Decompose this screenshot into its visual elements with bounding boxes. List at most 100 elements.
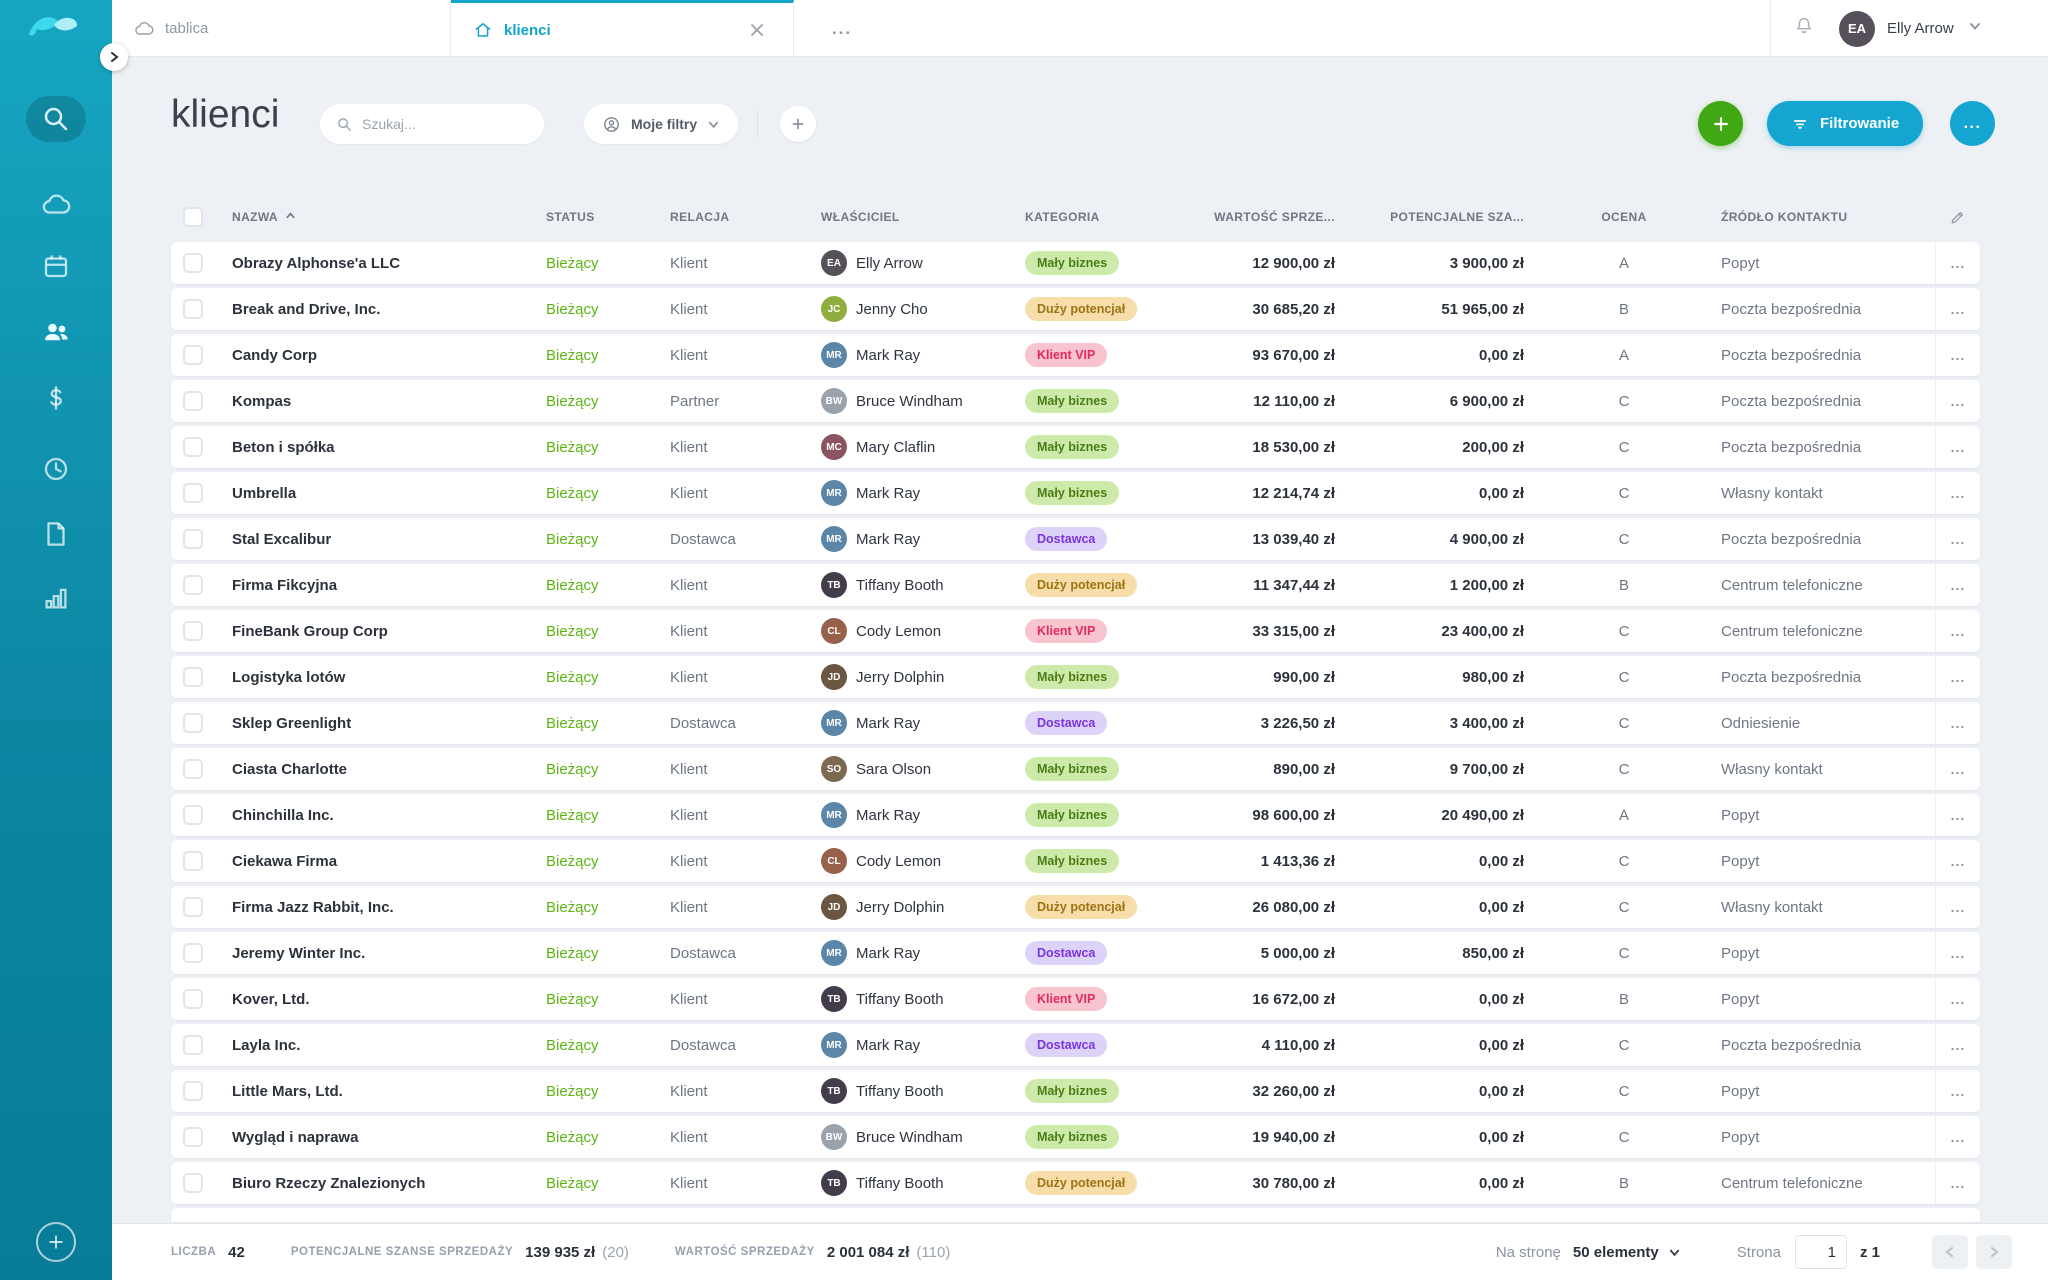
table-row[interactable]: Little Mars, Ltd. Bieżący Klient TB Tiff… (171, 1070, 1980, 1112)
row-checkbox[interactable] (183, 1173, 203, 1193)
table-row-partial[interactable] (171, 1208, 1980, 1222)
row-checkbox[interactable] (183, 621, 203, 641)
table-row[interactable]: Chinchilla Inc. Bieżący Klient MR Mark R… (171, 794, 1980, 836)
sidebar-item-pipeline[interactable] (0, 185, 112, 225)
row-menu-button[interactable]: ... (1935, 840, 1980, 882)
prev-page-button[interactable] (1932, 1235, 1968, 1269)
row-menu-button[interactable]: ... (1935, 564, 1980, 606)
table-row[interactable]: Biuro Rzeczy Znalezionych Bieżący Klient… (171, 1162, 1980, 1204)
column-header-relacja[interactable]: RELACJA (670, 210, 821, 224)
table-row[interactable]: Firma Jazz Rabbit, Inc. Bieżący Klient J… (171, 886, 1980, 928)
row-menu-button[interactable]: ... (1935, 334, 1980, 376)
table-row[interactable]: Firma Fikcyjna Bieżący Klient TB Tiffany… (171, 564, 1980, 606)
sidebar-search-button[interactable] (26, 96, 86, 142)
row-menu-button[interactable]: ... (1935, 886, 1980, 928)
my-filters-dropdown[interactable]: Moje filtry (584, 104, 738, 144)
column-header-potencjalne[interactable]: POTENCJALNE SZA... (1345, 210, 1534, 224)
row-menu-button[interactable]: ... (1935, 518, 1980, 560)
row-checkbox[interactable] (183, 253, 203, 273)
chevron-down-icon[interactable] (1968, 19, 1982, 38)
sidebar-item-reports[interactable] (0, 578, 112, 618)
row-menu-button[interactable]: ... (1935, 426, 1980, 468)
table-row[interactable]: Wygląd i naprawa Bieżący Klient BW Bruce… (171, 1116, 1980, 1158)
row-checkbox[interactable] (183, 575, 203, 595)
sidebar-item-contacts[interactable] (0, 312, 112, 352)
page-number-input[interactable] (1795, 1235, 1847, 1269)
table-row[interactable]: Obrazy Alphonse'a LLC Bieżący Klient EA … (171, 242, 1980, 284)
table-row[interactable]: Candy Corp Bieżący Klient MR Mark Ray Kl… (171, 334, 1980, 376)
row-checkbox[interactable] (183, 943, 203, 963)
column-header-nazwa[interactable]: NAZWA (215, 210, 546, 224)
row-checkbox[interactable] (183, 851, 203, 871)
column-header-ocena[interactable]: OCENA (1534, 210, 1714, 224)
filter-button[interactable]: Filtrowanie (1767, 101, 1923, 146)
row-checkbox[interactable] (183, 713, 203, 733)
row-menu-button[interactable]: ... (1935, 242, 1980, 284)
table-row[interactable]: Jeremy Winter Inc. Bieżący Dostawca MR M… (171, 932, 1980, 974)
row-checkbox[interactable] (183, 1035, 203, 1055)
column-header-kategoria[interactable]: KATEGORIA (1025, 210, 1181, 224)
row-checkbox[interactable] (183, 989, 203, 1009)
row-checkbox[interactable] (183, 667, 203, 687)
row-menu-button[interactable]: ... (1935, 610, 1980, 652)
column-header-zrodlo[interactable]: ŹRÓDŁO KONTAKTU (1714, 210, 1935, 224)
row-menu-button[interactable]: ... (1935, 748, 1980, 790)
row-checkbox[interactable] (183, 1081, 203, 1101)
per-page-dropdown[interactable]: 50 elementy (1573, 1244, 1681, 1261)
row-menu-button[interactable]: ... (1935, 794, 1980, 836)
row-menu-button[interactable]: ... (1935, 1070, 1980, 1112)
row-menu-button[interactable]: ... (1935, 702, 1980, 744)
row-menu-button[interactable]: ... (1935, 932, 1980, 974)
table-row[interactable]: Logistyka lotów Bieżący Klient JD Jerry … (171, 656, 1980, 698)
table-row[interactable]: Layla Inc. Bieżący Dostawca MR Mark Ray … (171, 1024, 1980, 1066)
table-row[interactable]: Beton i spółka Bieżący Klient MC Mary Cl… (171, 426, 1980, 468)
sidebar-item-documents[interactable] (0, 514, 112, 554)
table-row[interactable]: Sklep Greenlight Bieżący Dostawca MR Mar… (171, 702, 1980, 744)
more-actions-button[interactable]: ... (1950, 101, 1995, 146)
table-row[interactable]: FineBank Group Corp Bieżący Klient CL Co… (171, 610, 1980, 652)
row-checkbox[interactable] (183, 345, 203, 365)
user-avatar[interactable]: EA (1839, 11, 1875, 47)
table-row[interactable]: Kover, Ltd. Bieżący Klient TB Tiffany Bo… (171, 978, 1980, 1020)
table-row[interactable]: Umbrella Bieżący Klient MR Mark Ray Mały… (171, 472, 1980, 514)
row-checkbox[interactable] (183, 437, 203, 457)
row-checkbox[interactable] (183, 483, 203, 503)
row-menu-button[interactable]: ... (1935, 978, 1980, 1020)
row-checkbox[interactable] (183, 529, 203, 549)
row-menu-button[interactable]: ... (1935, 288, 1980, 330)
row-menu-button[interactable]: ... (1935, 1162, 1980, 1204)
more-tabs-button[interactable]: ... (824, 17, 860, 41)
tab-klienci[interactable]: klienci (451, 0, 794, 57)
table-row[interactable]: Ciasta Charlotte Bieżący Klient SO Sara … (171, 748, 1980, 790)
notifications-bell-icon[interactable] (1793, 15, 1815, 42)
sidebar-item-history[interactable] (0, 449, 112, 489)
table-row[interactable]: Stal Excalibur Bieżący Dostawca MR Mark … (171, 518, 1980, 560)
row-checkbox[interactable] (183, 897, 203, 917)
add-client-button[interactable] (1698, 101, 1743, 146)
row-menu-button[interactable]: ... (1935, 656, 1980, 698)
row-checkbox[interactable] (183, 299, 203, 319)
column-header-wlasciciel[interactable]: WŁAŚCICIEL (821, 210, 1025, 224)
search-input[interactable] (362, 116, 512, 132)
select-all-checkbox[interactable] (183, 207, 203, 227)
edit-columns-button[interactable] (1935, 209, 1980, 226)
tab-close-icon[interactable] (743, 16, 771, 44)
row-menu-button[interactable]: ... (1935, 1116, 1980, 1158)
column-header-status[interactable]: STATUS (546, 210, 670, 224)
table-row[interactable]: Ciekawa Firma Bieżący Klient CL Cody Lem… (171, 840, 1980, 882)
row-checkbox[interactable] (183, 391, 203, 411)
tab-tablica[interactable]: tablica (112, 0, 451, 57)
row-menu-button[interactable]: ... (1935, 472, 1980, 514)
table-row[interactable]: Break and Drive, Inc. Bieżący Klient JC … (171, 288, 1980, 330)
row-menu-button[interactable]: ... (1935, 380, 1980, 422)
row-checkbox[interactable] (183, 1127, 203, 1147)
row-checkbox[interactable] (183, 805, 203, 825)
row-checkbox[interactable] (183, 759, 203, 779)
table-row[interactable]: Kompas Bieżący Partner BW Bruce Windham … (171, 380, 1980, 422)
sidebar-expand-button[interactable] (100, 43, 128, 71)
column-header-wartosc[interactable]: WARTOŚĆ SPRZE... (1181, 210, 1345, 224)
sidebar-item-calendar[interactable] (0, 246, 112, 286)
add-filter-view-button[interactable] (780, 106, 816, 142)
row-menu-button[interactable]: ... (1935, 1024, 1980, 1066)
sidebar-item-finance[interactable] (0, 378, 112, 418)
